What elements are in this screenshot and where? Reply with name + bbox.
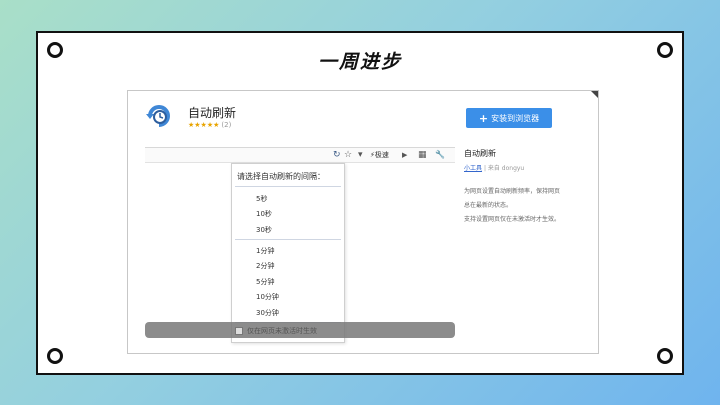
tools-icon[interactable]: 🔧 xyxy=(435,149,445,161)
browser-toolbar: ↻ ☆ ▾ ⚡极速 ▶ ▦ 🔧 xyxy=(145,147,455,163)
slide-frame: 一周进步 自动刷新 ★★★★★ (2) + 安装到浏览器 ↻ ☆ ▾ ⚡极速 ▶ … xyxy=(36,31,684,375)
author-text: 来自 dongyu xyxy=(487,165,525,172)
menu-item-5min[interactable]: 5分钟 xyxy=(256,277,274,287)
corner-hole-bottom-left xyxy=(47,348,63,364)
corner-mark xyxy=(591,91,598,98)
extension-name: 自动刷新 xyxy=(188,106,237,120)
checkbox-icon[interactable] xyxy=(235,327,243,335)
sidebar-meta: 小工具 | 来自 dongyu xyxy=(464,163,524,172)
category-link[interactable]: 小工具 xyxy=(464,165,482,172)
menu-item-5s[interactable]: 5秒 xyxy=(256,194,267,204)
description-line: 支持设置网页仅在未激活时才生效。 xyxy=(464,216,561,223)
play-icon[interactable]: ▶ xyxy=(402,149,407,161)
menu-divider xyxy=(235,239,341,240)
star-icons: ★★★★★ xyxy=(188,121,220,129)
refresh-icon[interactable]: ↻ xyxy=(333,149,341,161)
menu-header: 请选择自动刷新的间隔： xyxy=(237,172,325,181)
extension-screenshot: 自动刷新 ★★★★★ (2) + 安装到浏览器 ↻ ☆ ▾ ⚡极速 ▶ ▦ 🔧 请… xyxy=(127,90,599,354)
star-icon[interactable]: ☆ xyxy=(344,149,352,161)
description-line: 总在最新的状态。 xyxy=(464,202,513,209)
apps-icon[interactable]: ▦ xyxy=(418,149,427,161)
chevron-down-icon[interactable]: ▾ xyxy=(358,149,363,161)
menu-item-30min[interactable]: 30分钟 xyxy=(256,308,279,318)
menu-item-2min[interactable]: 2分钟 xyxy=(256,261,274,271)
rating-count: (2) xyxy=(221,121,232,129)
quick-mode-button[interactable]: ⚡极速 xyxy=(370,149,389,161)
slide-title: 一周进步 xyxy=(317,51,402,73)
menu-item-1min[interactable]: 1分钟 xyxy=(256,246,274,256)
menu-item-10min[interactable]: 10分钟 xyxy=(256,292,279,302)
rating-stars: ★★★★★ (2) xyxy=(188,121,231,129)
install-label: 安装到浏览器 xyxy=(491,113,540,123)
checkbox-label: 仅在网页未激活时生效 xyxy=(247,327,317,335)
refresh-interval-menu: 请选择自动刷新的间隔： 5秒 10秒 30秒 1分钟 2分钟 5分钟 10分钟 … xyxy=(231,163,345,343)
sidebar-title: 自动刷新 xyxy=(464,149,496,158)
browser-preview: ↻ ☆ ▾ ⚡极速 ▶ ▦ 🔧 请选择自动刷新的间隔： 5秒 10秒 30秒 1… xyxy=(145,147,455,343)
description-line: 为网页设置自动刷新频率，保持网页 xyxy=(464,188,561,195)
inactive-only-checkbox[interactable]: 仅在网页未激活时生效 xyxy=(235,326,317,336)
sidebar-description: 为网页设置自动刷新频率，保持网页 总在最新的状态。 支持设置网页仅在未激活时才生… xyxy=(464,185,594,227)
install-button[interactable]: + 安装到浏览器 xyxy=(466,108,552,128)
plus-icon: + xyxy=(478,111,489,125)
menu-item-10s[interactable]: 10秒 xyxy=(256,209,272,219)
menu-item-30s[interactable]: 30秒 xyxy=(256,225,272,235)
menu-divider xyxy=(235,186,341,187)
refresh-clock-icon xyxy=(146,105,170,127)
corner-hole-bottom-right xyxy=(657,348,673,364)
